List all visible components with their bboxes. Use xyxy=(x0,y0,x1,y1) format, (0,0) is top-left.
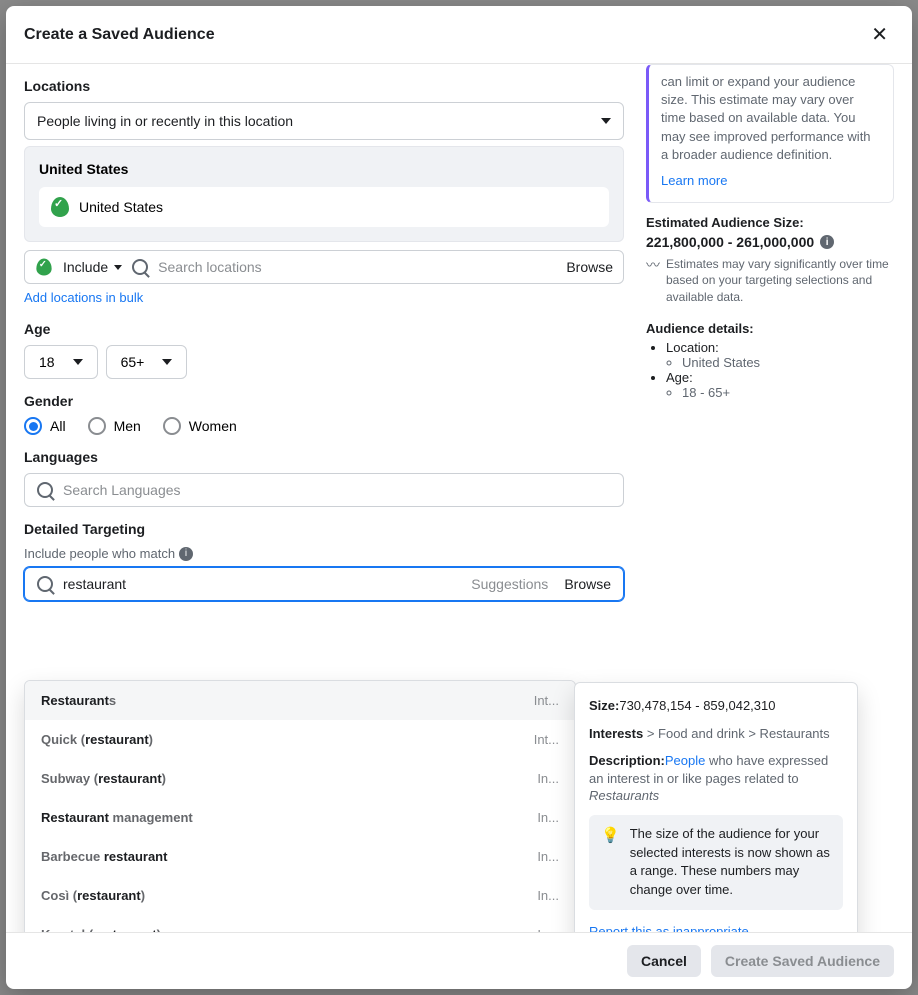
report-inappropriate-link[interactable]: Report this as inappropriate xyxy=(589,924,843,932)
pulse-icon: 〰︎ xyxy=(646,256,660,305)
modal-footer: Cancel Create Saved Audience xyxy=(6,932,912,989)
ac-item[interactable]: Krystal (restaurant)In... xyxy=(25,915,575,932)
search-icon xyxy=(37,482,53,498)
audience-details-list: Location: United States Age: 18 - 65+ xyxy=(646,340,894,400)
info-icon[interactable]: i xyxy=(820,235,834,249)
gender-men-option[interactable]: Men xyxy=(88,417,141,435)
chevron-down-icon xyxy=(73,359,83,365)
suggestions-link[interactable]: Suggestions xyxy=(471,576,548,592)
search-icon xyxy=(132,259,148,275)
locations-label: Locations xyxy=(24,78,624,94)
targeting-search-input[interactable] xyxy=(63,576,461,592)
age-label: Age xyxy=(24,321,624,337)
search-icon xyxy=(37,576,53,592)
age-min-select[interactable]: 18 xyxy=(24,345,98,379)
gender-label: Gender xyxy=(24,393,624,409)
languages-search-input[interactable] xyxy=(63,482,611,498)
add-locations-bulk-link[interactable]: Add locations in bulk xyxy=(24,290,143,305)
ac-item[interactable]: Così (restaurant)In... xyxy=(25,876,575,915)
tip-card: can limit or expand your audience size. … xyxy=(646,64,894,203)
location-include-row: Include Browse xyxy=(24,250,624,284)
location-pill[interactable]: United States xyxy=(39,187,609,227)
audience-details-label: Audience details: xyxy=(646,321,894,336)
close-icon[interactable]: ✕ xyxy=(865,16,894,53)
targeting-search[interactable]: Suggestions Browse xyxy=(24,567,624,601)
targeting-autocomplete: RestaurantsInt...Quick (restaurant)Int..… xyxy=(24,680,576,932)
location-country-header: United States xyxy=(39,161,609,177)
include-match-label: Include people who matchi xyxy=(24,546,193,561)
chevron-down-icon xyxy=(114,265,122,270)
modal-body: Locations People living in or recently i… xyxy=(6,64,912,932)
radio-selected-icon xyxy=(24,417,42,435)
shield-check-icon xyxy=(51,197,69,217)
info-icon[interactable]: i xyxy=(179,547,193,561)
location-search-input[interactable] xyxy=(158,259,556,275)
create-audience-modal: Create a Saved Audience ✕ Locations Peop… xyxy=(6,6,912,989)
chevron-down-icon xyxy=(601,118,611,124)
modal-header: Create a Saved Audience ✕ xyxy=(6,6,912,64)
include-label: Include xyxy=(63,259,108,275)
languages-search[interactable] xyxy=(24,473,624,507)
radio-icon xyxy=(163,417,181,435)
gender-women-option[interactable]: Women xyxy=(163,417,237,435)
location-scope-select[interactable]: People living in or recently in this loc… xyxy=(24,102,624,140)
gender-all-option[interactable]: All xyxy=(24,417,66,435)
cancel-button[interactable]: Cancel xyxy=(627,945,701,977)
location-browse-link[interactable]: Browse xyxy=(566,259,613,275)
radio-icon xyxy=(88,417,106,435)
ac-item[interactable]: Barbecue restaurantIn... xyxy=(25,837,575,876)
create-saved-audience-button[interactable]: Create Saved Audience xyxy=(711,945,894,977)
languages-label: Languages xyxy=(24,449,624,465)
targeting-browse-link[interactable]: Browse xyxy=(564,576,611,592)
lightbulb-icon: 💡 xyxy=(601,825,620,900)
ac-item[interactable]: Restaurant managementIn... xyxy=(25,798,575,837)
learn-more-link[interactable]: Learn more xyxy=(661,172,727,190)
estimated-size-label: Estimated Audience Size: xyxy=(646,215,894,230)
range-note: 💡 The size of the audience for your sele… xyxy=(589,815,843,910)
location-pill-label: United States xyxy=(79,199,163,215)
include-dropdown[interactable]: Include xyxy=(63,259,122,275)
age-max-select[interactable]: 65+ xyxy=(106,345,188,379)
chevron-down-icon xyxy=(162,359,172,365)
shield-check-icon xyxy=(36,259,51,276)
ac-item[interactable]: Subway (restaurant)In... xyxy=(25,759,575,798)
modal-title: Create a Saved Audience xyxy=(24,26,215,44)
ac-item[interactable]: RestaurantsInt... xyxy=(25,681,575,720)
location-block: United States United States xyxy=(24,146,624,242)
ac-item[interactable]: Quick (restaurant)Int... xyxy=(25,720,575,759)
interest-detail-panel: Size:730,478,154 - 859,042,310 Interests… xyxy=(574,682,858,932)
location-scope-value: People living in or recently in this loc… xyxy=(37,113,293,129)
estimate-note: 〰︎ Estimates may vary significantly over… xyxy=(646,256,894,305)
estimated-size-value: 221,800,000 - 261,000,000 i xyxy=(646,234,894,250)
detailed-targeting-label: Detailed Targeting xyxy=(24,521,624,537)
